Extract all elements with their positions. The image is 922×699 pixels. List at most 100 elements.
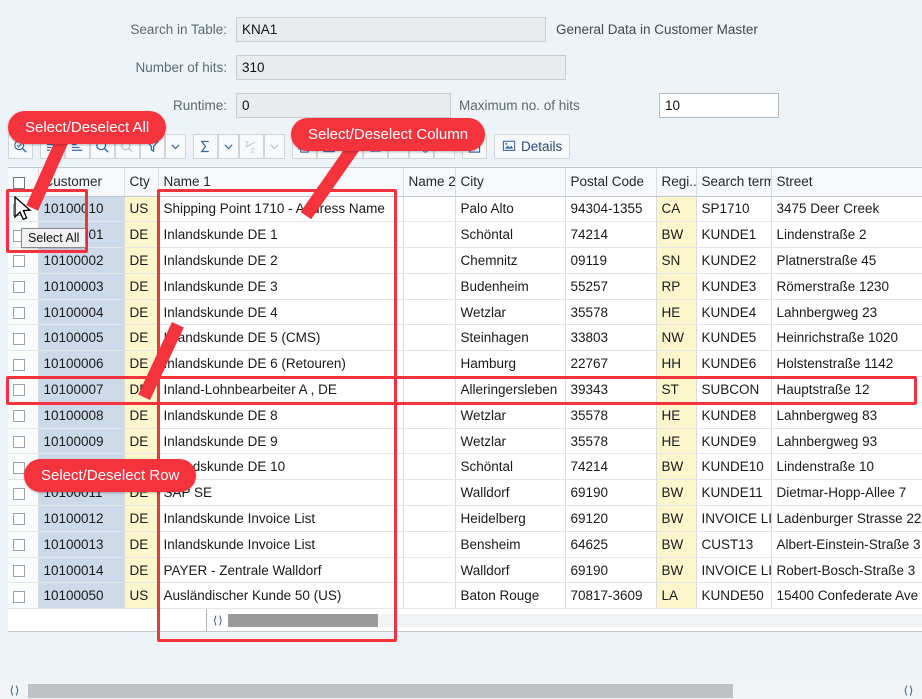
- table-row[interactable]: 10100004DEInlandskunde DE 4Wetzlar35578H…: [8, 299, 922, 325]
- cell-cty[interactable]: US: [124, 196, 158, 222]
- cell-name2[interactable]: [403, 196, 455, 222]
- cell-city[interactable]: Alleringersleben: [455, 377, 565, 403]
- row-select-checkbox-cell[interactable]: [8, 377, 38, 403]
- cell-customer[interactable]: 10100004: [38, 299, 124, 325]
- cell-name1[interactable]: Inlandskunde Invoice List: [158, 531, 403, 557]
- cell-name2[interactable]: [403, 273, 455, 299]
- column-header-name2[interactable]: Name 2: [403, 168, 455, 196]
- cell-street[interactable]: Platnerstraße 45: [771, 248, 922, 274]
- cell-region[interactable]: RP: [656, 273, 696, 299]
- max-hits-input[interactable]: [659, 93, 779, 118]
- cell-city[interactable]: Chemnitz: [455, 248, 565, 274]
- cell-street[interactable]: Albert-Einstein-Straße 3: [771, 531, 922, 557]
- cell-searchterm[interactable]: KUNDE50: [696, 583, 771, 609]
- table-row[interactable]: 10100001DEInlandskunde DE 1Schöntal74214…: [8, 222, 922, 248]
- row-select-checkbox[interactable]: [13, 281, 25, 293]
- row-select-checkbox-cell[interactable]: [8, 402, 38, 428]
- cell-name2[interactable]: [403, 402, 455, 428]
- column-header-city[interactable]: City: [455, 168, 565, 196]
- cell-region[interactable]: BW: [656, 480, 696, 506]
- cell-city[interactable]: Walldorf: [455, 480, 565, 506]
- cell-region[interactable]: ST: [656, 377, 696, 403]
- cell-name1[interactable]: Ausländischer Kunde 50 (US): [158, 583, 403, 609]
- cell-city[interactable]: Wetzlar: [455, 402, 565, 428]
- cell-region[interactable]: BW: [656, 531, 696, 557]
- cell-region[interactable]: HE: [656, 402, 696, 428]
- cell-searchterm[interactable]: SP1710: [696, 196, 771, 222]
- page-scroll-thumb[interactable]: [28, 684, 733, 698]
- row-select-checkbox-cell[interactable]: [8, 351, 38, 377]
- details-button[interactable]: Details: [494, 134, 570, 159]
- cell-postal[interactable]: 70817-3609: [565, 583, 656, 609]
- cell-city[interactable]: Schöntal: [455, 222, 565, 248]
- cell-cty[interactable]: DE: [124, 299, 158, 325]
- cell-city[interactable]: Budenheim: [455, 273, 565, 299]
- cell-name1[interactable]: Inlandskunde DE 5 (CMS): [158, 325, 403, 351]
- cell-postal[interactable]: 74214: [565, 222, 656, 248]
- column-header-region[interactable]: Regi...: [656, 168, 696, 196]
- cell-city[interactable]: Steinhagen: [455, 325, 565, 351]
- cell-region[interactable]: HE: [656, 428, 696, 454]
- cell-searchterm[interactable]: KUNDE5: [696, 325, 771, 351]
- table-row[interactable]: 10100002DEInlandskunde DE 2Chemnitz09119…: [8, 248, 922, 274]
- search-table-input[interactable]: [236, 17, 546, 42]
- cell-customer[interactable]: 10100050: [38, 583, 124, 609]
- cell-searchterm[interactable]: CUST13: [696, 531, 771, 557]
- cell-searchterm[interactable]: KUNDE1: [696, 222, 771, 248]
- row-select-checkbox[interactable]: [13, 384, 25, 396]
- cell-customer[interactable]: 10100014: [38, 557, 124, 583]
- page-scroll-right-arrows[interactable]: ⟨ ⟩: [894, 684, 922, 697]
- table-row[interactable]: 10100008DEInlandskunde DE 8Wetzlar35578H…: [8, 402, 922, 428]
- cell-region[interactable]: BW: [656, 454, 696, 480]
- select-all-checkbox[interactable]: [13, 177, 25, 189]
- cell-name2[interactable]: [403, 377, 455, 403]
- cell-name2[interactable]: [403, 506, 455, 532]
- row-select-checkbox[interactable]: [13, 307, 25, 319]
- row-select-checkbox-cell[interactable]: [8, 299, 38, 325]
- table-row[interactable]: 10100009DEInlandskunde DE 9Wetzlar35578H…: [8, 428, 922, 454]
- cell-customer[interactable]: 10100002: [38, 248, 124, 274]
- cell-street[interactable]: Heinrichstraße 1020: [771, 325, 922, 351]
- cell-searchterm[interactable]: KUNDE3: [696, 273, 771, 299]
- cell-postal[interactable]: 64625: [565, 531, 656, 557]
- cell-name2[interactable]: [403, 428, 455, 454]
- cell-customer[interactable]: 10100003: [38, 273, 124, 299]
- cell-street[interactable]: 3475 Deer Creek: [771, 196, 922, 222]
- cell-region[interactable]: HH: [656, 351, 696, 377]
- cell-name1[interactable]: Inlandskunde DE 6 (Retouren): [158, 351, 403, 377]
- number-of-hits-input[interactable]: [236, 55, 566, 80]
- cell-city[interactable]: Wetzlar: [455, 299, 565, 325]
- cell-searchterm[interactable]: KUNDE8: [696, 402, 771, 428]
- cell-postal[interactable]: 94304-1355: [565, 196, 656, 222]
- cell-postal[interactable]: 22767: [565, 351, 656, 377]
- row-select-checkbox[interactable]: [13, 462, 25, 474]
- cell-postal[interactable]: 09119: [565, 248, 656, 274]
- row-select-checkbox[interactable]: [13, 410, 25, 422]
- cell-searchterm[interactable]: SUBCON: [696, 377, 771, 403]
- column-header-searchterm[interactable]: Search term: [696, 168, 771, 196]
- cell-name2[interactable]: [403, 299, 455, 325]
- cell-searchterm[interactable]: KUNDE2: [696, 248, 771, 274]
- cell-street[interactable]: Lahnbergweg 93: [771, 428, 922, 454]
- table-row[interactable]: 10100012DEInlandskunde Invoice ListHeide…: [8, 506, 922, 532]
- row-select-checkbox-cell[interactable]: [8, 273, 38, 299]
- row-select-checkbox[interactable]: [13, 333, 25, 345]
- row-select-checkbox-cell[interactable]: [8, 506, 38, 532]
- cell-city[interactable]: Baton Rouge: [455, 583, 565, 609]
- cell-postal[interactable]: 33803: [565, 325, 656, 351]
- cell-name1[interactable]: Inlandskunde DE 9: [158, 428, 403, 454]
- cell-searchterm[interactable]: KUNDE11: [696, 480, 771, 506]
- table-row[interactable]: 10100050USAusländischer Kunde 50 (US)Bat…: [8, 583, 922, 609]
- page-scroll-left-arrows[interactable]: ⟨ ⟩: [0, 684, 28, 697]
- row-select-checkbox-cell[interactable]: [8, 583, 38, 609]
- cell-postal[interactable]: 39343: [565, 377, 656, 403]
- cell-postal[interactable]: 55257: [565, 273, 656, 299]
- cell-searchterm[interactable]: INVOICE LI: [696, 557, 771, 583]
- cell-name1[interactable]: Inland-Lohnbearbeiter A , DE: [158, 377, 403, 403]
- cell-region[interactable]: HE: [656, 299, 696, 325]
- cell-region[interactable]: SN: [656, 248, 696, 274]
- column-header-name1[interactable]: Name 1: [158, 168, 403, 196]
- cell-name1[interactable]: Inlandskunde DE 4: [158, 299, 403, 325]
- cell-street[interactable]: Robert-Bosch-Straße 3: [771, 557, 922, 583]
- filter-dropdown-icon[interactable]: [165, 134, 186, 159]
